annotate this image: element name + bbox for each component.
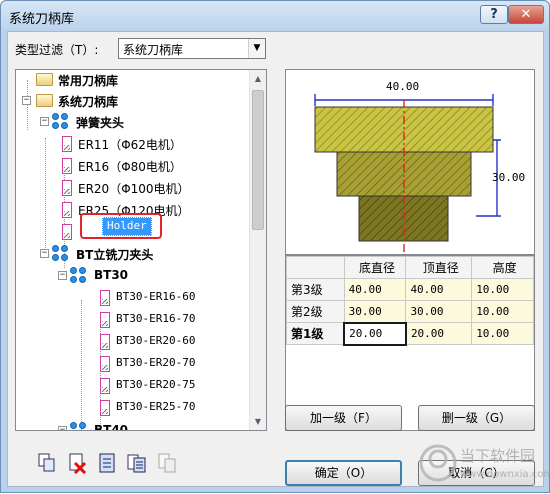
side-dimension-label: 30.00 [492,171,525,184]
collapse-icon[interactable]: − [58,271,67,280]
properties-icon[interactable] [96,452,118,474]
holder-diagram: 40.00 30.00 [314,80,525,252]
holder-tree[interactable]: 常用刀柄库 − 系统刀柄库 − 弹簧夹头 ER11（Φ62电机） ER16（Φ8… [15,69,267,431]
table-row[interactable]: 第3级 40.00 40.00 10.00 [286,278,534,301]
import-icon [156,452,178,474]
add-level-button[interactable]: 加一级（F） [285,405,402,431]
holder-icon [62,136,72,152]
window-title: 系统刀柄库 [9,12,75,27]
collet-group-icon [70,422,88,430]
copy-icon[interactable] [36,452,58,474]
delete-level-button[interactable]: 删一级（G） [418,405,535,431]
holder-icon [100,400,110,416]
level2-shape [336,151,472,197]
type-filter-value: 系统刀柄库 [123,43,184,57]
paste-icon[interactable] [126,452,148,474]
holder-icon [100,334,110,350]
help-button[interactable]: ? [480,5,508,24]
collapse-icon[interactable]: − [40,117,49,126]
holder-icon [62,224,72,240]
chevron-down-icon[interactable]: ▼ [248,39,265,58]
title-bar: 系统刀柄库 ? ✕ [1,1,549,31]
header-height[interactable]: 高度 [471,256,534,279]
collapse-icon[interactable]: − [22,96,31,105]
collet-group-icon [70,267,88,285]
header-blank [286,256,345,279]
tree-node-label-holder[interactable]: Holder [102,217,152,236]
scroll-down-icon[interactable]: ▼ [250,413,266,430]
type-filter-select[interactable]: 系统刀柄库 ▼ [118,38,266,59]
ok-button[interactable]: 确定（O） [285,460,402,486]
scroll-up-icon[interactable]: ▲ [250,70,266,87]
holder-icon [100,312,110,328]
header-bottom-diameter[interactable]: 底直径 [343,256,407,279]
folder-icon [36,73,53,86]
scroll-thumb[interactable] [252,90,264,230]
delete-icon[interactable] [66,452,88,475]
levels-table[interactable]: 底直径 顶直径 高度 第3级 40.00 40.00 10.00 第2级 30.… [286,256,534,346]
top-dimension-label: 40.00 [386,80,419,93]
close-button[interactable]: ✕ [508,5,544,24]
holder-icon [100,290,110,306]
holder-icon [62,158,72,174]
collapse-icon[interactable]: − [40,249,49,258]
dialog-window: 系统刀柄库 ? ✕ 类型过滤（T）: 系统刀柄库 ▼ 常用刀柄库 − 系统刀柄库… [0,0,550,493]
collet-group-icon [52,113,70,131]
table-row[interactable]: 第1级 20.00 20.00 10.00 [286,321,534,346]
holder-icon [62,202,72,218]
tree-scrollbar[interactable]: ▲ ▼ [249,70,266,430]
header-top-diameter[interactable]: 顶直径 [405,256,473,279]
level3-shape [314,106,494,153]
folder-icon [36,94,53,107]
active-cell[interactable]: 20.00 [343,321,407,346]
cancel-button[interactable]: 取消（C） [418,460,535,486]
holder-icon [100,378,110,394]
type-filter-label: 类型过滤（T）: [15,43,99,57]
holder-icon [62,180,72,196]
holder-icon [100,356,110,372]
collet-group-icon [52,245,70,263]
dialog-body: 类型过滤（T）: 系统刀柄库 ▼ 常用刀柄库 − 系统刀柄库 − 弹簧夹头 ER… [7,31,544,487]
table-row[interactable]: 第2级 30.00 30.00 10.00 [286,300,534,323]
collapse-icon[interactable]: − [58,426,67,430]
holder-preview: 40.00 30.00 [285,69,535,255]
